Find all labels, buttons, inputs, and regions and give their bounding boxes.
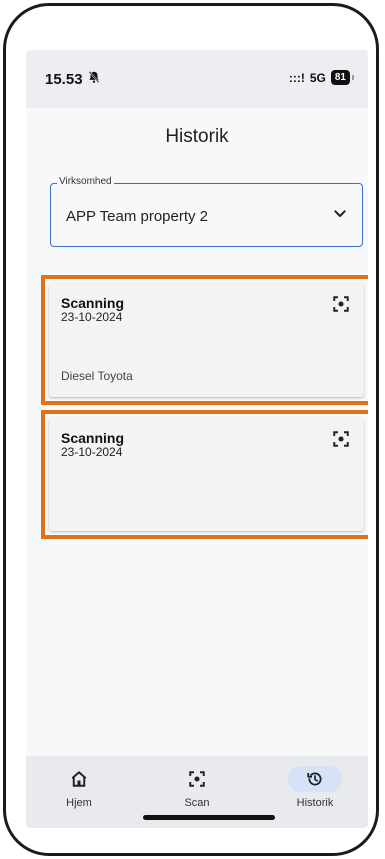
status-time: 15.53 xyxy=(45,70,83,88)
history-item-highlight: Scanning 23-10-2024 Diesel Toyota xyxy=(41,275,368,405)
scan-icon xyxy=(332,430,350,448)
home-indicator xyxy=(143,815,275,820)
company-select[interactable]: Virksomhed APP Team property 2 xyxy=(50,176,363,247)
company-select-label: Virksomhed xyxy=(57,176,114,187)
nav-item-home[interactable]: Hjem xyxy=(34,766,124,809)
bottom-nav: Hjem Scan Historik xyxy=(26,756,368,828)
scan-icon xyxy=(332,295,350,313)
nav-label-scan: Scan xyxy=(184,797,210,809)
history-item-card[interactable]: Scanning 23-10-2024 Diesel Toyota xyxy=(49,283,364,397)
network-type: 5G xyxy=(309,70,326,85)
nav-label-home: Hjem xyxy=(66,797,92,809)
history-item-title: Scanning xyxy=(61,295,125,311)
chevron-down-icon xyxy=(332,206,348,222)
history-item-highlight: Scanning 23-10-2024 xyxy=(41,410,368,539)
nav-item-scan[interactable]: Scan xyxy=(152,766,242,809)
company-select-value: APP Team property 2 xyxy=(66,208,209,225)
home-icon xyxy=(52,766,106,792)
scan-icon xyxy=(170,766,224,792)
status-indicators: :::! 5G 81 xyxy=(288,70,355,85)
page-title: Historik xyxy=(165,126,229,147)
bell-muted-icon xyxy=(87,70,101,88)
battery-icon: 81 xyxy=(330,70,355,85)
history-item-date: 23-10-2024 xyxy=(61,445,123,459)
status-time-group: 15.53 xyxy=(45,70,101,88)
signal-icon: :::! xyxy=(288,70,305,85)
status-bar: 15.53 :::! 5G 81 xyxy=(26,50,368,108)
history-item-title: Scanning xyxy=(61,430,125,446)
nav-label-history: Historik xyxy=(296,797,334,809)
app-screen: 15.53 :::! 5G 81 Historik Virksomhed APP… xyxy=(26,50,368,828)
history-item-card[interactable]: Scanning 23-10-2024 xyxy=(49,418,364,531)
history-icon xyxy=(288,766,342,792)
phone-frame: 15.53 :::! 5G 81 Historik Virksomhed APP… xyxy=(3,3,379,856)
history-item-date: 23-10-2024 xyxy=(61,310,123,324)
nav-item-history[interactable]: Historik xyxy=(270,766,360,809)
history-item-vehicle: Diesel Toyota xyxy=(61,369,133,383)
